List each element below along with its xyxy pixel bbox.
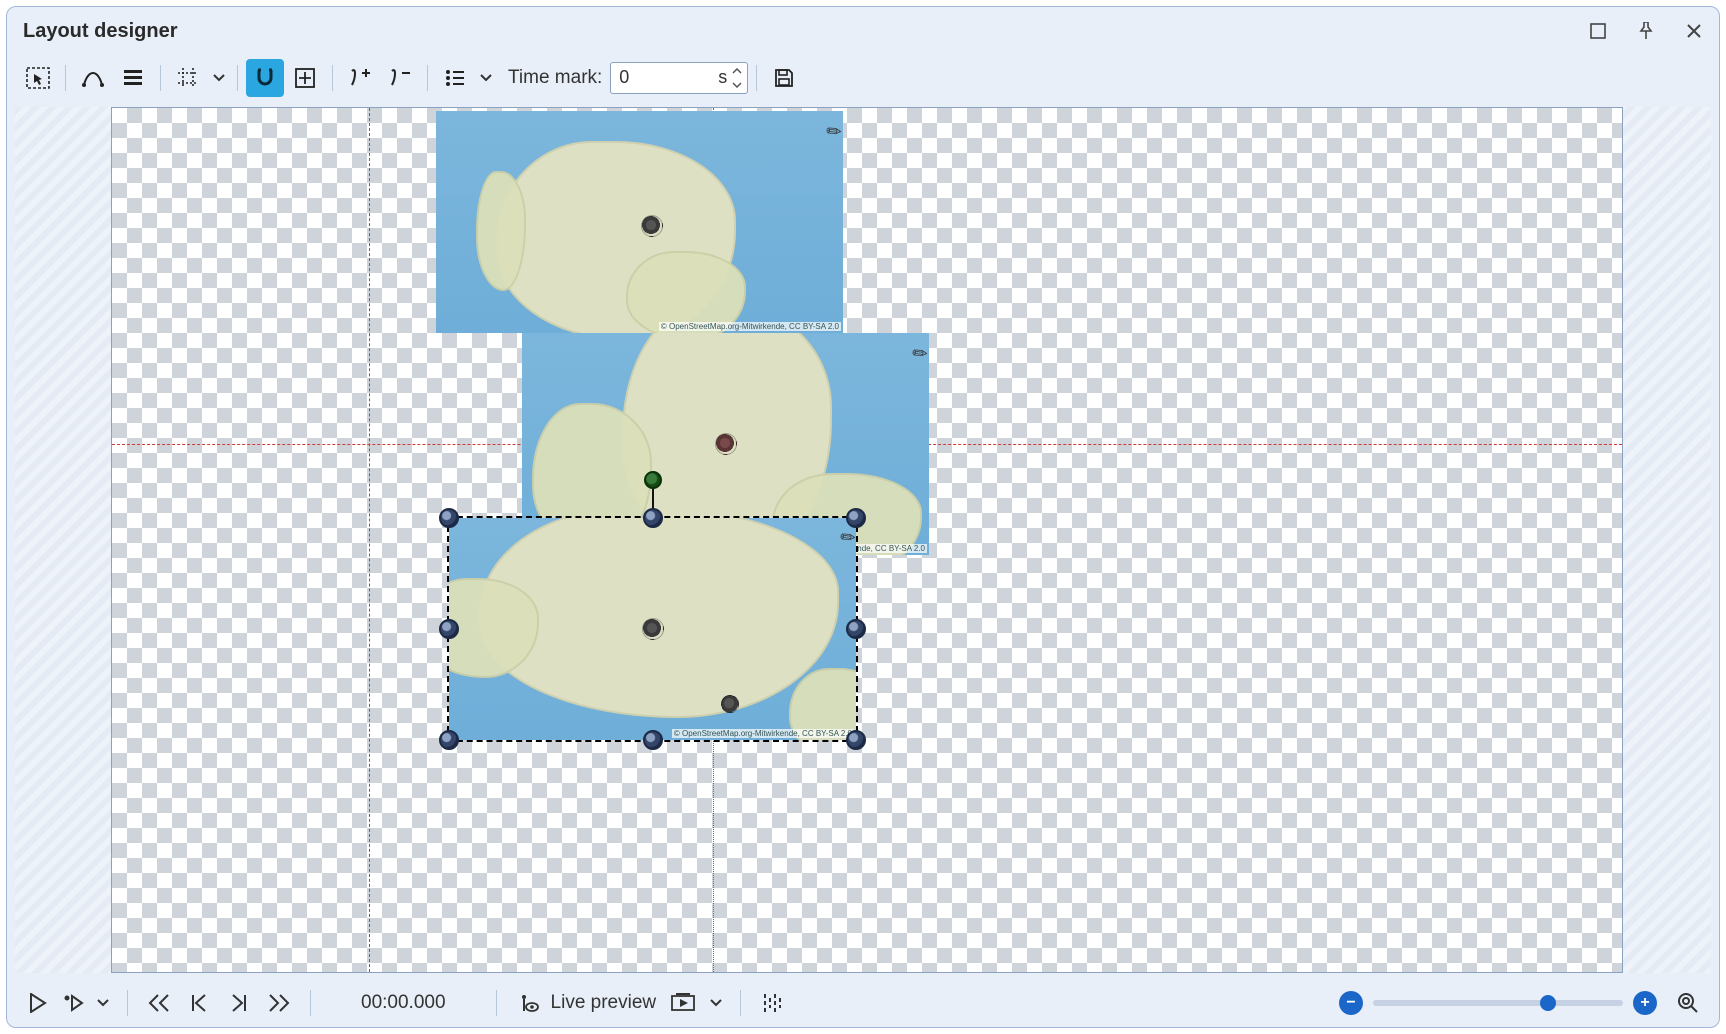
toolbar-separator [427, 65, 428, 91]
resize-handle-nw[interactable] [439, 508, 459, 528]
list-options-button[interactable] [436, 59, 474, 97]
time-mark-input[interactable] [611, 67, 681, 88]
resize-handle-se[interactable] [846, 730, 866, 750]
selection-box[interactable] [447, 516, 858, 742]
canvas-area: © OpenStreetMap.org-Mitwirkende, CC BY-S… [7, 101, 1719, 979]
time-mark-input-wrap: s [610, 62, 748, 94]
map-tile-1[interactable]: © OpenStreetMap.org-Mitwirkende, CC BY-S… [436, 111, 843, 333]
toolbar-separator [332, 65, 333, 91]
select-tool-button[interactable] [19, 59, 57, 97]
toolbar-separator [756, 65, 757, 91]
step-play-button[interactable] [61, 986, 87, 1020]
resize-handle-ne[interactable] [846, 508, 866, 528]
grid-tool-button[interactable] [169, 59, 207, 97]
playback-time: 00:00.000 [361, 992, 446, 1014]
list-options-dropdown[interactable] [476, 74, 496, 82]
zoom-slider[interactable] [1373, 1000, 1623, 1006]
add-keyframe-button[interactable] [341, 59, 379, 97]
close-button[interactable] [1683, 20, 1705, 42]
status-separator [496, 990, 497, 1016]
vertical-guide [369, 108, 370, 972]
toolbar-separator [160, 65, 161, 91]
fast-forward-button[interactable] [262, 986, 296, 1020]
zoom-control: − + [1339, 986, 1705, 1020]
time-spinner [729, 65, 745, 91]
zoom-fit-button[interactable] [1671, 986, 1705, 1020]
time-mark-unit: s [718, 67, 727, 88]
snap-tool-button[interactable] [246, 59, 284, 97]
tile-anchor-icon [715, 433, 737, 455]
live-preview-label: Live preview [551, 992, 657, 1014]
time-spinner-up[interactable] [729, 65, 745, 77]
prev-frame-button[interactable] [182, 986, 216, 1020]
status-separator [310, 990, 311, 1016]
zoom-out-button[interactable]: − [1339, 991, 1363, 1015]
status-separator [127, 990, 128, 1016]
toolbar-separator [237, 65, 238, 91]
titlebar: Layout designer [7, 7, 1719, 55]
canvas-frame[interactable]: © OpenStreetMap.org-Mitwirkende, CC BY-S… [111, 107, 1623, 973]
resize-handle-e[interactable] [846, 619, 866, 639]
status-separator [740, 990, 741, 1016]
attribution-text: © OpenStreetMap.org-Mitwirkende, CC BY-S… [659, 322, 841, 331]
bounds-tool-button[interactable] [286, 59, 324, 97]
window-title: Layout designer [23, 20, 177, 43]
step-play-dropdown[interactable] [93, 999, 113, 1007]
rotation-handle[interactable] [644, 471, 662, 489]
maximize-button[interactable] [1587, 20, 1609, 42]
curve-tool-button[interactable] [74, 59, 112, 97]
remove-keyframe-button[interactable] [381, 59, 419, 97]
save-button[interactable] [765, 59, 803, 97]
resize-handle-s[interactable] [643, 730, 663, 750]
preview-play-button[interactable] [666, 986, 700, 1020]
zoom-slider-thumb[interactable] [1540, 995, 1556, 1011]
grid-dropdown[interactable] [209, 74, 229, 82]
time-mark-label: Time mark: [508, 67, 602, 89]
layout-designer-window: Layout designer [6, 6, 1720, 1028]
toolbar: Time mark: s [7, 55, 1719, 101]
resize-handle-sw[interactable] [439, 730, 459, 750]
live-preview-toggle-icon[interactable] [511, 986, 545, 1020]
align-tool-button[interactable] [114, 59, 152, 97]
interleave-toggle-button[interactable] [755, 986, 789, 1020]
preview-dropdown[interactable] [706, 999, 726, 1007]
pin-button[interactable] [1635, 20, 1657, 42]
resize-handle-w[interactable] [439, 619, 459, 639]
window-controls [1587, 20, 1705, 42]
statusbar: 00:00.000 Live preview − + [7, 979, 1719, 1027]
resize-handle-n[interactable] [643, 508, 663, 528]
time-spinner-down[interactable] [729, 79, 745, 91]
rewind-button[interactable] [142, 986, 176, 1020]
tile-anchor-icon [641, 215, 663, 237]
toolbar-separator [65, 65, 66, 91]
play-button[interactable] [21, 986, 55, 1020]
zoom-in-button[interactable]: + [1633, 991, 1657, 1015]
next-frame-button[interactable] [222, 986, 256, 1020]
